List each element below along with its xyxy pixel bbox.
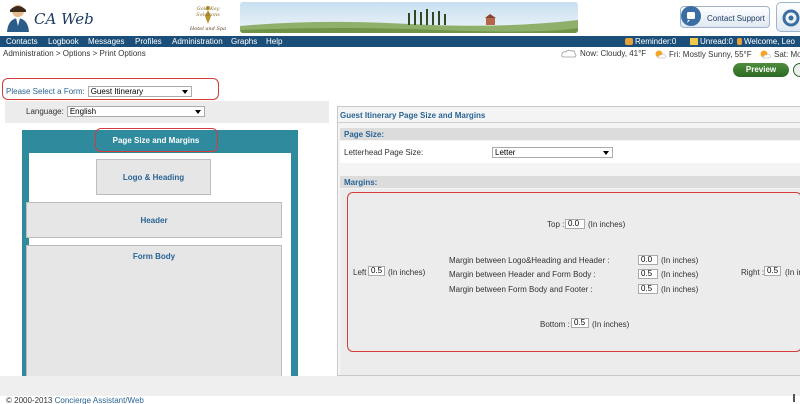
- bottom-margin-input[interactable]: 0.5: [571, 318, 589, 328]
- reminder-link[interactable]: Reminder:0: [625, 37, 676, 46]
- page-size-section-label: Page Size:: [344, 130, 385, 139]
- reminder-icon: [625, 38, 633, 45]
- letterhead-size-dropdown[interactable]: Letter: [492, 147, 613, 158]
- body-footer-margin-unit: (In inches): [661, 285, 699, 294]
- left-margin-unit: (In inches): [388, 268, 426, 277]
- form-select-row: Please Select a Form: Guest Itinerary: [6, 86, 192, 97]
- weather-now-text: Now: Cloudy, 41°F: [580, 49, 647, 58]
- weather-fri: Fri: Mostly Sunny, 55°F: [654, 49, 752, 59]
- contact-support-button[interactable]: Contact Support: [680, 6, 770, 28]
- settings-button[interactable]: [776, 2, 800, 32]
- top-margin-input[interactable]: 0.0: [565, 219, 585, 229]
- partner-logo-line2: Hotel and Spa: [189, 26, 227, 32]
- menu-item-messages[interactable]: Messages: [88, 37, 124, 46]
- partly-sunny-icon: [760, 50, 771, 59]
- letterhead-size-value: Letter: [495, 148, 516, 157]
- language-dropdown[interactable]: English: [66, 106, 205, 117]
- partly-sunny-icon: [655, 50, 666, 59]
- weather-sat-text: Sat: Mo: [774, 49, 800, 59]
- concierge-avatar-icon: [7, 5, 29, 32]
- settings-panel-title: Guest Itinerary Page Size and Margins: [340, 111, 486, 120]
- chevron-down-icon: [181, 90, 188, 94]
- breadcrumb: Administration > Options > Print Options: [3, 49, 146, 58]
- letterhead-label: Letterhead Page Size:: [344, 148, 424, 157]
- page-size-section-bar: [340, 128, 800, 140]
- language-value: English: [69, 107, 97, 116]
- contact-support-label: Contact Support: [707, 14, 765, 23]
- top-header: CA Web Gold Key Solutions Hotel and Spa: [0, 0, 800, 36]
- menu-item-graphs[interactable]: Graphs: [231, 37, 257, 46]
- form-body-section[interactable]: Form Body: [26, 245, 282, 376]
- logo-header-margin-label: Margin between Logo&Heading and Header :: [449, 256, 610, 265]
- top-margin-unit: (In inches): [588, 220, 626, 229]
- left-margin-input[interactable]: 0.5: [368, 266, 385, 276]
- right-margin-unit: (In in: [785, 268, 800, 277]
- active-section-highlight: [95, 128, 218, 152]
- welcome-link[interactable]: Welcome, Leo: [737, 37, 795, 46]
- weather-fri-text: Fri: Mostly Sunny, 55°F: [669, 49, 752, 59]
- bottom-margin-label: Bottom :: [540, 320, 570, 329]
- weather-now: Now: Cloudy, 41°F: [561, 49, 646, 58]
- menu-item-administration[interactable]: Administration: [172, 37, 223, 46]
- settings-icon: [782, 9, 800, 27]
- form-select-label: Please Select a Form:: [6, 87, 85, 96]
- cloud-icon: [561, 49, 577, 58]
- welcome-text: Welcome, Leo: [744, 37, 795, 46]
- header-body-margin-input[interactable]: 0.5: [638, 269, 658, 279]
- form-select-value: Guest Itinerary: [90, 87, 144, 96]
- footer-scroll-handle[interactable]: [793, 394, 795, 402]
- logo-header-margin-unit: (In inches): [661, 256, 699, 265]
- secondary-action-button[interactable]: [793, 63, 800, 77]
- chevron-down-icon: [603, 151, 609, 155]
- form-select-dropdown[interactable]: Guest Itinerary: [87, 86, 192, 97]
- menu-item-contacts[interactable]: Contacts: [6, 37, 38, 46]
- right-margin-label: Right :: [741, 268, 765, 277]
- main-menu-bar: Contacts Logbook Messages Profiles Admin…: [0, 36, 800, 47]
- landscape-banner: [240, 2, 578, 33]
- partner-logo: Gold Key Solutions Hotel and Spa: [188, 2, 228, 34]
- preview-button[interactable]: Preview: [733, 63, 789, 77]
- logo-heading-section[interactable]: Logo & Heading: [96, 159, 211, 195]
- margins-section-label: Margins:: [344, 178, 378, 187]
- reminder-text: Reminder:0: [635, 37, 677, 46]
- menu-item-logbook[interactable]: Logbook: [48, 37, 79, 46]
- logo-header-margin-input[interactable]: 0.0: [638, 255, 658, 265]
- top-margin-label: Top :: [547, 220, 565, 229]
- copyright-text: © 2000-2013: [6, 396, 53, 404]
- chevron-down-icon: [194, 110, 201, 114]
- header-section[interactable]: Header: [26, 202, 282, 238]
- app-logo-text: CA Web: [34, 10, 94, 28]
- body-footer-margin-label: Margin between Form Body and Footer :: [449, 285, 593, 294]
- header-body-margin-label: Margin between Header and Form Body :: [449, 270, 596, 279]
- envelope-icon: [690, 38, 698, 45]
- user-icon: [737, 38, 742, 45]
- right-margin-input[interactable]: 0.5: [764, 266, 781, 276]
- language-label: Language:: [26, 107, 64, 116]
- margins-section-bar: [340, 176, 800, 188]
- language-row: Language: English: [26, 106, 205, 117]
- unread-text: Unread:0: [700, 37, 733, 46]
- settings-title-divider: [337, 122, 800, 123]
- unread-link[interactable]: Unread:0: [690, 37, 733, 46]
- menu-item-help[interactable]: Help: [266, 37, 282, 46]
- body-footer-margin-input[interactable]: 0.5: [638, 284, 658, 294]
- menu-item-profiles[interactable]: Profiles: [135, 37, 162, 46]
- footer-link[interactable]: Concierge Assistant/Web: [55, 396, 144, 404]
- footer-bar: [0, 376, 800, 396]
- weather-sat: Sat: Mo: [759, 49, 800, 59]
- bottom-margin-unit: (In inches): [592, 320, 630, 329]
- partner-logo-line1: Gold Key Solutions: [196, 6, 220, 18]
- header-body-margin-unit: (In inches): [661, 270, 699, 279]
- support-headset-icon: [681, 6, 701, 26]
- footer-copyright: © 2000-2013 Concierge Assistant/Web: [6, 396, 144, 404]
